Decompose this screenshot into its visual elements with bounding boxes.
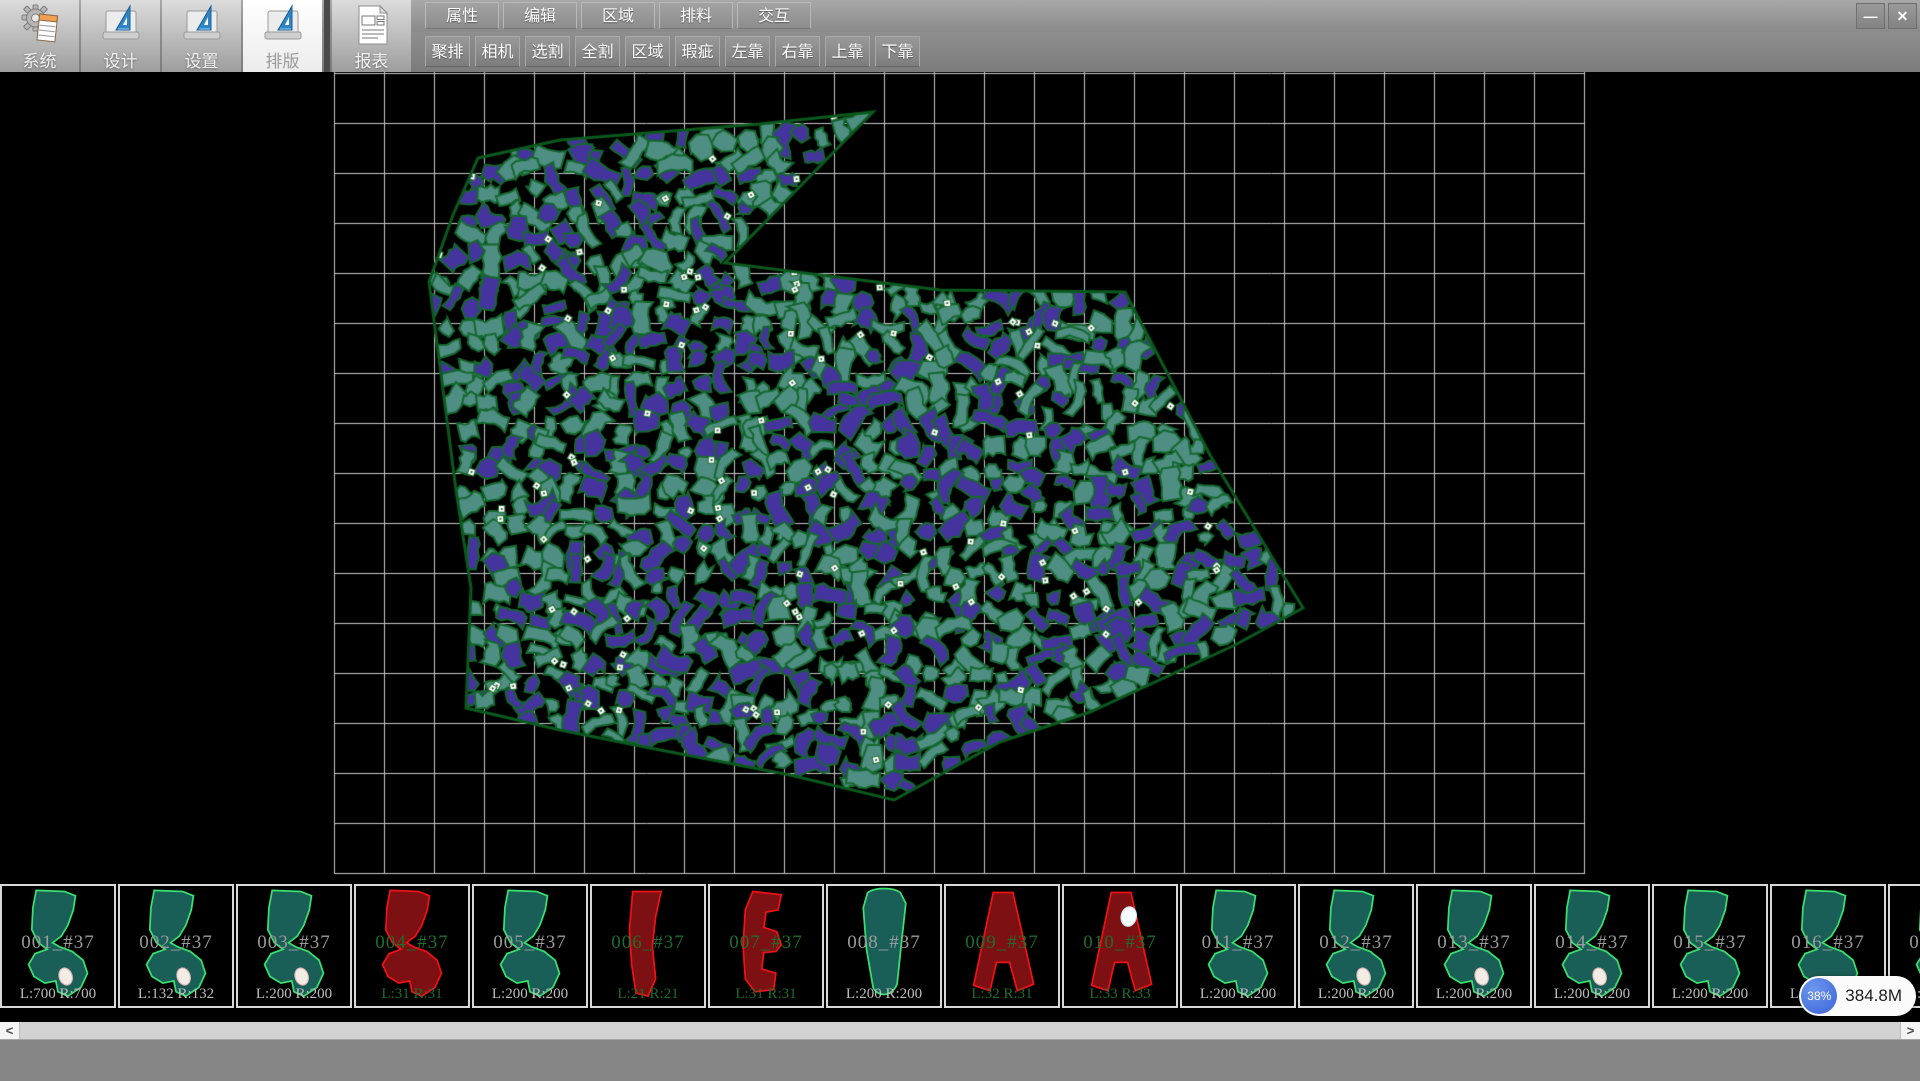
main-tab-label: 排版 xyxy=(266,47,300,72)
thumbnail-cell-8[interactable]: 008_#37 L:200 R:200 xyxy=(826,884,942,1008)
memory-status-pill: 38% 384.8M xyxy=(1799,976,1916,1016)
piece-id-label: 001_#37 xyxy=(2,932,114,954)
piece-counts-label: L:200 R:200 xyxy=(828,986,940,1003)
piece-counts-label: L:200 R:200 xyxy=(1418,986,1530,1003)
piece-counts-label: L:21 R:21 xyxy=(592,986,704,1003)
piece-id-label: 014_#37 xyxy=(1536,932,1648,954)
memory-usage-text: 384.8M xyxy=(1845,986,1902,1006)
piece-id-label: 017_#37 xyxy=(1890,932,1920,954)
title-bar: 系统设计设置排版报表 属性编辑区域排料交互 聚排相机选割全割区域瑕疵左靠右靠上靠… xyxy=(0,0,1920,72)
thumbnail-cell-14[interactable]: 014_#37 L:200 R:200 xyxy=(1534,884,1650,1008)
thumbnail-cell-10[interactable]: 010_#37 L:33 R:33 xyxy=(1062,884,1178,1008)
gear-settings-icon xyxy=(18,3,62,47)
menu-tab-4[interactable]: 排料 xyxy=(659,2,733,29)
piece-id-label: 008_#37 xyxy=(828,932,940,954)
menu-tab-2[interactable]: 编辑 xyxy=(503,2,577,29)
piece-id-label: 005_#37 xyxy=(474,932,586,954)
piece-counts-label: L:200 R:200 xyxy=(1654,986,1766,1003)
tool-button-row: 聚排相机选割全割区域瑕疵左靠右靠上靠下靠 xyxy=(425,36,920,67)
nesting-canvas[interactable] xyxy=(0,72,1920,884)
tool-button-1[interactable]: 聚排 xyxy=(425,36,470,67)
close-button[interactable]: ✕ xyxy=(1888,3,1917,29)
thumbnail-cell-6[interactable]: 006_#37 L:21 R:21 xyxy=(590,884,706,1008)
thumbnail-cell-4[interactable]: 004_#37 L:31 R:31 xyxy=(354,884,470,1008)
main-tab-2[interactable]: 设计 xyxy=(81,0,160,72)
piece-counts-label: L:700 R:700 xyxy=(2,986,114,1003)
set-square-icon xyxy=(261,3,305,47)
thumbnail-cell-3[interactable]: 003_#37 L:200 R:200 xyxy=(236,884,352,1008)
menu-tab-3[interactable]: 区域 xyxy=(581,2,655,29)
piece-id-label: 016_#37 xyxy=(1772,932,1884,954)
piece-id-label: 006_#37 xyxy=(592,932,704,954)
tool-button-3[interactable]: 选割 xyxy=(525,36,570,67)
piece-id-label: 015_#37 xyxy=(1654,932,1766,954)
tool-button-8[interactable]: 右靠 xyxy=(775,36,820,67)
thumbnail-cell-12[interactable]: 012_#37 L:200 R:200 xyxy=(1298,884,1414,1008)
piece-id-label: 013_#37 xyxy=(1418,932,1530,954)
main-tab-label: 设计 xyxy=(104,47,138,72)
menu-tab-row: 属性编辑区域排料交互 xyxy=(425,2,811,29)
piece-counts-label: L:33 R:33 xyxy=(1064,986,1176,1003)
scroll-right-arrow-icon[interactable]: > xyxy=(1900,1022,1920,1039)
tool-button-7[interactable]: 左靠 xyxy=(725,36,770,67)
piece-counts-label: L:200 R:200 xyxy=(1300,986,1412,1003)
scroll-left-arrow-icon[interactable]: < xyxy=(0,1022,20,1039)
tool-button-2[interactable]: 相机 xyxy=(475,36,520,67)
piece-counts-label: L:200 R:200 xyxy=(238,986,350,1003)
set-square-icon xyxy=(180,3,224,47)
piece-counts-label: L:200 R:200 xyxy=(474,986,586,1003)
thumbnail-cell-1[interactable]: 001_#37 L:700 R:700 xyxy=(0,884,116,1008)
horizontal-scrollbar[interactable]: < > xyxy=(0,1022,1920,1039)
set-square-icon xyxy=(99,3,143,47)
piece-id-label: 003_#37 xyxy=(238,932,350,954)
piece-counts-label: L:32 R:31 xyxy=(946,986,1058,1003)
progress-circle: 38% xyxy=(1801,978,1837,1014)
thumbnail-cell-5[interactable]: 005_#37 L:200 R:200 xyxy=(472,884,588,1008)
tool-button-10[interactable]: 下靠 xyxy=(875,36,920,67)
thumbnail-cell-2[interactable]: 002_#37 L:132 R:132 xyxy=(118,884,234,1008)
thumbnail-cell-15[interactable]: 015_#37 L:200 R:200 xyxy=(1652,884,1768,1008)
menu-tab-1[interactable]: 属性 xyxy=(425,2,499,29)
tab-separator xyxy=(324,0,330,72)
piece-id-label: 010_#37 xyxy=(1064,932,1176,954)
piece-id-label: 004_#37 xyxy=(356,932,468,954)
tool-button-5[interactable]: 区域 xyxy=(625,36,670,67)
report-document-icon xyxy=(350,3,394,47)
thumbnail-cell-13[interactable]: 013_#37 L:200 R:200 xyxy=(1416,884,1532,1008)
piece-counts-label: L:200 R:200 xyxy=(1536,986,1648,1003)
piece-counts-label: L:132 R:132 xyxy=(120,986,232,1003)
piece-id-label: 009_#37 xyxy=(946,932,1058,954)
thumbnail-cell-11[interactable]: 011_#37 L:200 R:200 xyxy=(1180,884,1296,1008)
piece-id-label: 011_#37 xyxy=(1182,932,1294,954)
piece-counts-label: L:31 R:31 xyxy=(710,986,822,1003)
main-tab-1[interactable]: 系统 xyxy=(0,0,79,72)
main-tab-label: 设置 xyxy=(185,47,219,72)
tool-button-4[interactable]: 全割 xyxy=(575,36,620,67)
window-controls: — ✕ xyxy=(1856,3,1917,29)
piece-thumbnail-strip: 001_#37L:700 R:700002_#37L:132 R:132003_… xyxy=(0,884,1920,1022)
tool-button-6[interactable]: 瑕疵 xyxy=(675,36,720,67)
main-tab-4[interactable]: 排版 xyxy=(243,0,322,72)
minimize-button[interactable]: — xyxy=(1856,3,1885,29)
main-tab-label: 报表 xyxy=(355,47,389,72)
main-tab-5[interactable]: 报表 xyxy=(332,0,411,72)
piece-id-label: 002_#37 xyxy=(120,932,232,954)
thumbnail-cell-7[interactable]: 007_#37 L:31 R:31 xyxy=(708,884,824,1008)
piece-id-label: 012_#37 xyxy=(1300,932,1412,954)
tool-button-9[interactable]: 上靠 xyxy=(825,36,870,67)
main-tab-bar: 系统 设计 设置 排版 报表 xyxy=(0,0,413,72)
main-tab-label: 系统 xyxy=(23,47,57,72)
piece-counts-label: L:31 R:31 xyxy=(356,986,468,1003)
main-tab-3[interactable]: 设置 xyxy=(162,0,241,72)
thumbnail-cell-9[interactable]: 009_#37 L:32 R:31 xyxy=(944,884,1060,1008)
status-bar xyxy=(0,1039,1920,1081)
piece-id-label: 007_#37 xyxy=(710,932,822,954)
menu-tab-5[interactable]: 交互 xyxy=(737,2,811,29)
piece-counts-label: L:200 R:200 xyxy=(1182,986,1294,1003)
